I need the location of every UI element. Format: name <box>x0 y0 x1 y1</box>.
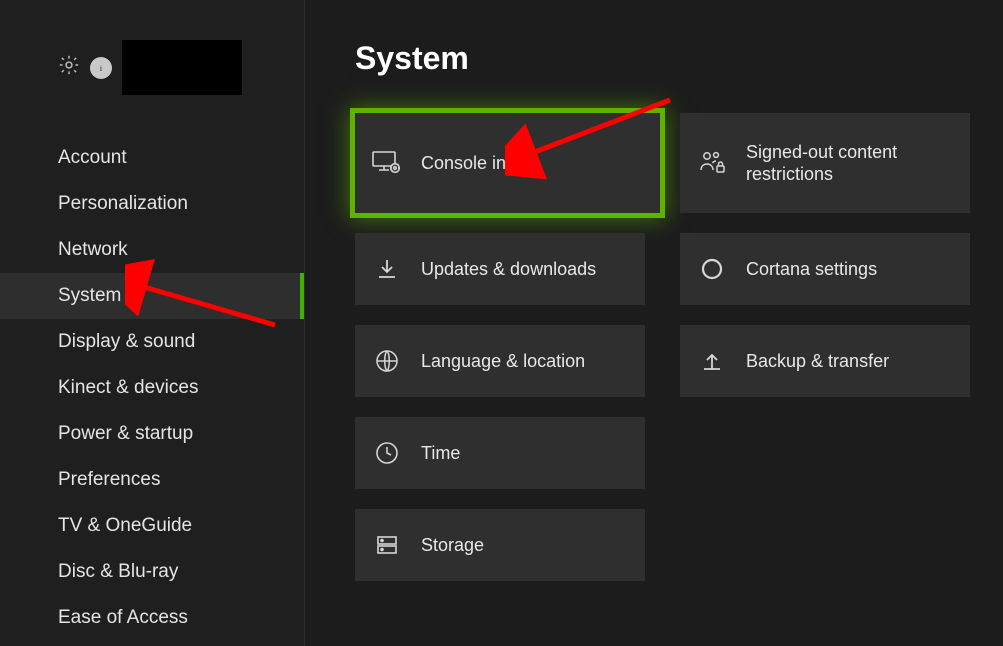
sidebar-item-personalization[interactable]: Personalization <box>0 181 304 227</box>
clock-icon <box>373 439 401 467</box>
tile-storage[interactable]: Storage <box>355 509 645 581</box>
tile-label: Cortana settings <box>746 258 877 281</box>
tile-label: Updates & downloads <box>421 258 596 281</box>
sidebar-item-preferences[interactable]: Preferences <box>0 457 304 503</box>
sidebar-item-network[interactable]: Network <box>0 227 304 273</box>
tile-label: Signed-out content restrictions <box>746 141 952 186</box>
download-icon <box>373 255 401 283</box>
tile-label: Storage <box>421 534 484 557</box>
sidebar-item-tv-oneguide[interactable]: TV & OneGuide <box>0 503 304 549</box>
settings-nav: Account Personalization Network System D… <box>0 135 304 641</box>
profile-card[interactable] <box>122 40 242 95</box>
sidebar-item-ease-of-access[interactable]: Ease of Access <box>0 595 304 641</box>
storage-icon <box>373 531 401 559</box>
tile-time[interactable]: Time <box>355 417 645 489</box>
profile-area: i <box>0 40 304 95</box>
ring-icon <box>698 255 726 283</box>
tile-label: Language & location <box>421 350 585 373</box>
sidebar-item-system[interactable]: System <box>0 273 304 319</box>
upload-icon <box>698 347 726 375</box>
gear-icon[interactable] <box>58 54 80 81</box>
console-gear-icon <box>373 149 401 177</box>
sidebar-item-kinect-devices[interactable]: Kinect & devices <box>0 365 304 411</box>
tile-language-location[interactable]: Language & location <box>355 325 645 397</box>
main-panel: System Console info <box>305 0 1003 646</box>
tile-console-info[interactable]: Console info <box>355 113 660 213</box>
settings-sidebar: i Account Personalization Network System… <box>0 0 305 646</box>
sidebar-item-account[interactable]: Account <box>0 135 304 181</box>
tile-cortana-settings[interactable]: Cortana settings <box>680 233 970 305</box>
info-badge-icon[interactable]: i <box>90 57 112 79</box>
tile-updates-downloads[interactable]: Updates & downloads <box>355 233 645 305</box>
people-lock-icon <box>698 149 726 177</box>
sidebar-item-disc-bluray[interactable]: Disc & Blu-ray <box>0 549 304 595</box>
page-title: System <box>355 40 1003 77</box>
globe-icon <box>373 347 401 375</box>
tile-label: Time <box>421 442 460 465</box>
tile-label: Console info <box>421 152 521 175</box>
tile-backup-transfer[interactable]: Backup & transfer <box>680 325 970 397</box>
tile-label: Backup & transfer <box>746 350 889 373</box>
sidebar-item-power-startup[interactable]: Power & startup <box>0 411 304 457</box>
tile-signed-out-restrictions[interactable]: Signed-out content restrictions <box>680 113 970 213</box>
sidebar-item-display-sound[interactable]: Display & sound <box>0 319 304 365</box>
